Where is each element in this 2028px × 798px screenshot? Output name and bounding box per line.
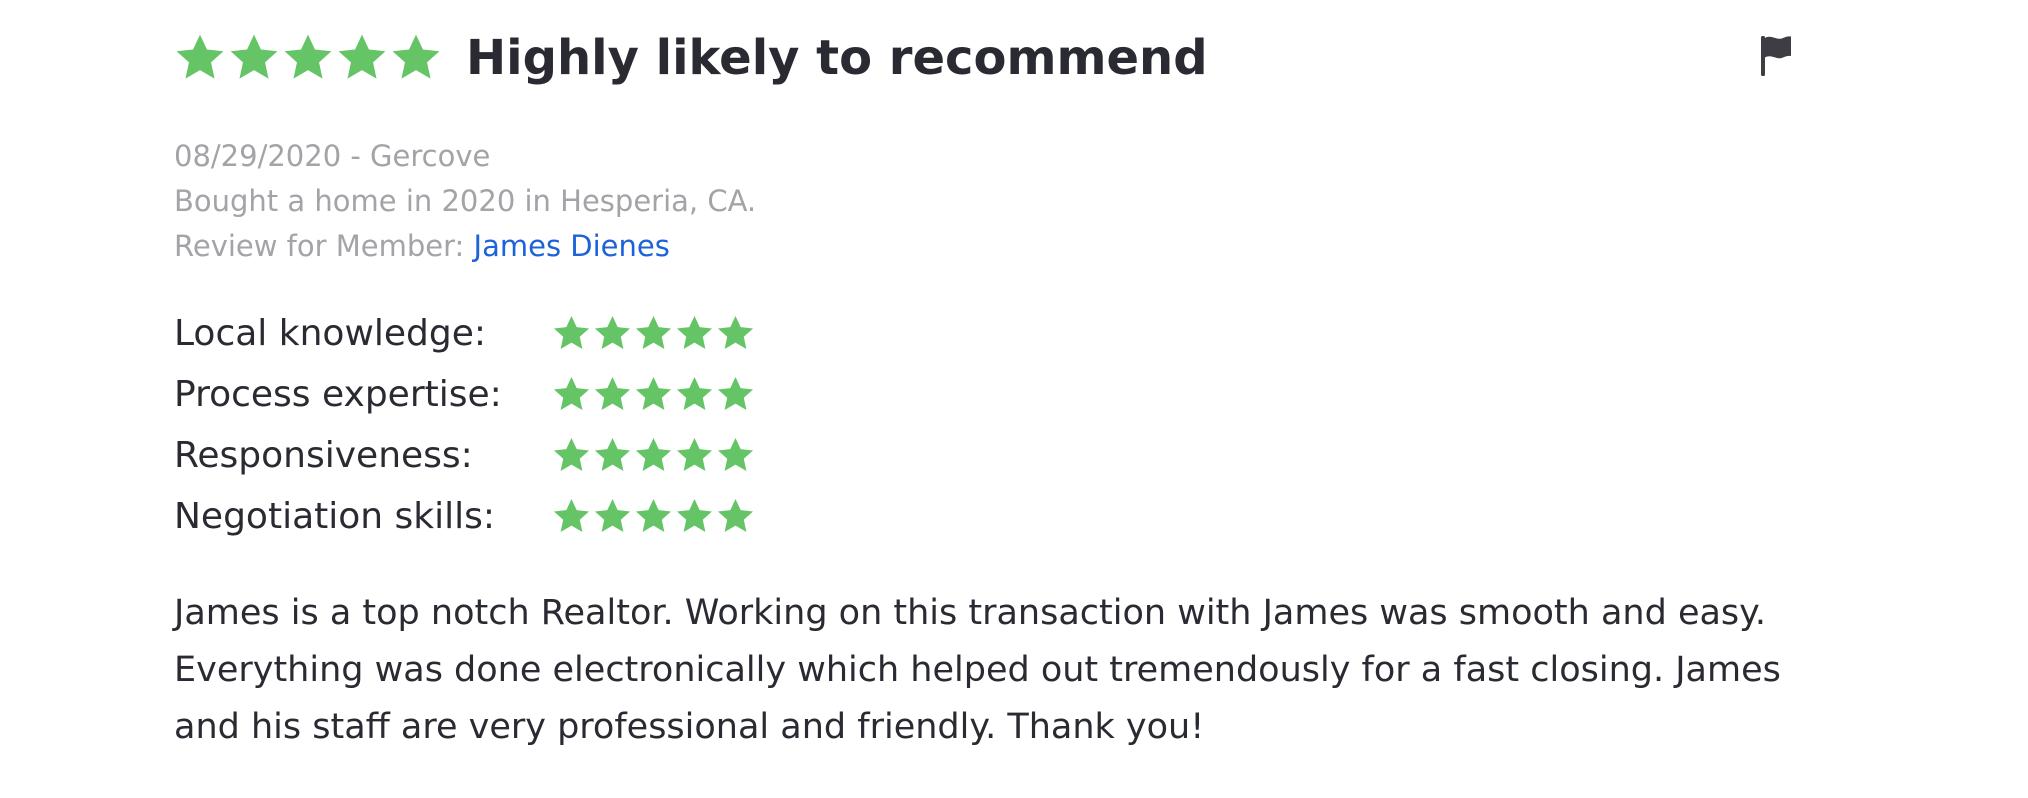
star-icon [635, 376, 672, 410]
rating-row: Responsiveness: [174, 425, 755, 486]
rating-label: Process expertise: [174, 374, 502, 415]
overall-rating-stars [174, 32, 442, 84]
star-icon [635, 315, 672, 349]
star-icon [676, 376, 713, 410]
review-meta: 08/29/2020 - Gercove Bought a home in 20… [174, 134, 756, 269]
rating-label: Responsiveness: [174, 435, 473, 476]
star-icon [676, 437, 713, 471]
star-icon [676, 498, 713, 532]
star-icon [635, 437, 672, 471]
review-transaction: Bought a home in 2020 in Hesperia, CA. [174, 184, 757, 218]
review-text-line: Everything was done electronically which… [174, 650, 1781, 690]
star-icon [594, 498, 631, 532]
star-icon [594, 437, 631, 471]
rating-row: Negotiation skills: [174, 486, 755, 547]
star-icon [176, 34, 224, 79]
star-icon [676, 315, 713, 349]
star-icon [553, 498, 590, 532]
rating-stars [552, 436, 755, 475]
review-text: James is a top notch Realtor. Working on… [174, 585, 1814, 756]
rating-stars [552, 314, 755, 353]
review-member-prefix: Review for Member: [174, 229, 474, 263]
star-icon [717, 498, 754, 532]
star-icon [717, 376, 754, 410]
member-name-link[interactable]: James Dienes [474, 229, 670, 263]
report-flag-button[interactable] [1758, 34, 1794, 76]
review-header: Highly likely to recommend [174, 22, 1208, 94]
rating-row: Process expertise: [174, 364, 755, 425]
star-icon [284, 34, 332, 79]
star-icon [230, 34, 278, 79]
review-headline: Highly likely to recommend [466, 30, 1208, 86]
star-icon [717, 437, 754, 471]
review-member: Review for Member: James Dienes [174, 224, 756, 269]
rating-label: Local knowledge: [174, 313, 487, 354]
review-card: Highly likely to recommend 08/29/2020 - … [174, 0, 1814, 798]
review-date-author: 08/29/2020 - Gercove [174, 139, 491, 173]
review-text-line: and his staff are very professional and … [174, 707, 1205, 747]
flag-icon [1761, 36, 1791, 76]
star-icon [392, 34, 440, 79]
rating-stars [552, 497, 755, 536]
star-icon [338, 34, 386, 79]
star-icon [717, 315, 754, 349]
star-icon [594, 376, 631, 410]
star-icon [553, 315, 590, 349]
star-icon [553, 437, 590, 471]
star-icon [635, 498, 672, 532]
rating-stars [552, 375, 755, 414]
rating-label: Negotiation skills: [174, 496, 496, 537]
star-icon [553, 376, 590, 410]
rating-row: Local knowledge: [174, 303, 755, 364]
sub-ratings: Local knowledge: Process expertise: Resp… [174, 303, 755, 547]
review-text-line: James is a top notch Realtor. Working on… [174, 593, 1767, 633]
star-icon [594, 315, 631, 349]
